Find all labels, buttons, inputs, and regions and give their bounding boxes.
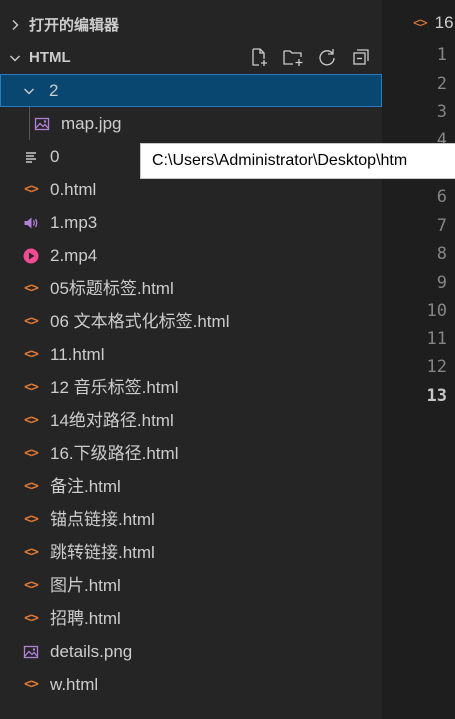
new-folder-icon[interactable] <box>282 46 304 68</box>
tree-item-label: 16.下级路径.html <box>50 444 179 463</box>
editor-tab-bar: <> 16 <box>382 0 455 46</box>
tree-item-label: 05标题标签.html <box>50 279 174 298</box>
chevron-down-icon <box>23 85 35 97</box>
tree-item[interactable]: <> w.html <box>0 668 382 701</box>
line-number: 6 <box>436 187 447 207</box>
audio-file-icon <box>23 215 39 231</box>
tree-item-label: 14绝对路径.html <box>50 411 174 430</box>
line-number: 8 <box>436 244 447 264</box>
tree-item[interactable]: <> 跳转链接.html <box>0 536 382 569</box>
line-number: 12 <box>426 357 447 377</box>
explorer-sidebar: 打开的编辑器 HTML 2 map.jpg 0 <> 0.html 1.mp3 … <box>0 0 382 719</box>
video-file-icon <box>23 248 39 264</box>
tooltip-text: C:\Users\Administrator\Desktop\htm <box>152 152 408 169</box>
image-file-icon <box>34 116 50 132</box>
html-file-icon: <> <box>24 281 39 296</box>
line-number: 3 <box>436 102 447 122</box>
line-number: 7 <box>436 216 447 236</box>
new-file-icon[interactable] <box>248 46 270 68</box>
tree-item-label: 0 <box>50 147 60 166</box>
html-file-icon: <> <box>24 479 39 494</box>
tree-folder-2[interactable]: 2 <box>0 74 382 107</box>
html-file-icon: <> <box>24 545 39 560</box>
chevron-right-icon <box>9 19 21 31</box>
html-file-icon: <> <box>24 578 39 593</box>
tree-item[interactable]: <> 图片.html <box>0 569 382 602</box>
tree-item-label: 12 音乐标签.html <box>50 378 179 397</box>
line-number: 10 <box>426 301 447 321</box>
collapse-all-icon[interactable] <box>350 46 372 68</box>
html-folder-section-header[interactable]: HTML <box>0 41 382 74</box>
tree-item-label: details.png <box>50 642 133 661</box>
tree-item-label: map.jpg <box>61 114 122 133</box>
tree-item-label: 06 文本格式化标签.html <box>50 312 230 331</box>
tree-item[interactable]: <> 16.下级路径.html <box>0 437 382 470</box>
line-number: 11 <box>426 329 447 349</box>
tree-item-label: 11.html <box>50 345 105 364</box>
current-line-number: 13 <box>426 386 447 406</box>
html-file-icon: <> <box>24 413 39 428</box>
tree-item-label: 2 <box>49 81 59 100</box>
html-file-icon: <> <box>24 182 39 197</box>
html-file-icon: <> <box>24 512 39 527</box>
image-file-icon <box>23 644 39 660</box>
tree-item[interactable]: <> 12 音乐标签.html <box>0 371 382 404</box>
html-file-icon: <> <box>24 347 39 362</box>
tree-item[interactable]: <> 05标题标签.html <box>0 272 382 305</box>
html-file-icon: <> <box>24 314 39 329</box>
tree-item[interactable]: <> 06 文本格式化标签.html <box>0 305 382 338</box>
tree-item-label: 2.mp4 <box>50 246 98 265</box>
tree-item-label: 备注.html <box>50 477 121 496</box>
line-number: 2 <box>436 74 447 94</box>
tree-item-label: 0.html <box>50 180 97 199</box>
tree-item[interactable]: 1.mp3 <box>0 206 382 239</box>
tree-item[interactable]: 2.mp4 <box>0 239 382 272</box>
path-tooltip: C:\Users\Administrator\Desktop\htm <box>140 143 455 179</box>
tree-item[interactable]: details.png <box>0 635 382 668</box>
html-file-icon: <> <box>24 677 39 692</box>
tree-item-label: 跳转链接.html <box>50 543 155 562</box>
editor-area: <> 16 1 2 3 4 5 6 7 8 9 10 11 12 13 <box>382 0 455 719</box>
html-file-icon: <> <box>24 380 39 395</box>
open-editors-label: 打开的编辑器 <box>29 17 120 34</box>
text-file-icon <box>23 149 39 165</box>
tree-item-label: 招聘.html <box>50 609 121 628</box>
tree-item[interactable]: <> 11.html <box>0 338 382 371</box>
folder-name-label: HTML <box>29 49 71 66</box>
html-file-icon: <> <box>24 446 39 461</box>
line-number: 9 <box>436 273 447 293</box>
html-file-icon: <> <box>413 15 428 31</box>
editor-tab[interactable]: <> 16 <box>382 0 455 46</box>
tree-item[interactable]: <> 锚点链接.html <box>0 503 382 536</box>
line-number: 1 <box>436 45 447 65</box>
html-file-icon: <> <box>24 611 39 626</box>
tree-item-map-jpg[interactable]: map.jpg <box>0 107 382 140</box>
tree-item-label: 锚点链接.html <box>50 510 155 529</box>
tree-item[interactable]: <> 14绝对路径.html <box>0 404 382 437</box>
open-editors-section-header[interactable]: 打开的编辑器 <box>0 8 382 41</box>
refresh-icon[interactable] <box>316 46 338 68</box>
editor-tab-label: 16 <box>434 13 454 32</box>
tree-item[interactable]: <> 备注.html <box>0 470 382 503</box>
explorer-actions <box>248 46 372 68</box>
tree-item-label: 图片.html <box>50 576 121 595</box>
tree-item-label: 1.mp3 <box>50 213 98 232</box>
tree-item-label: w.html <box>50 675 99 694</box>
chevron-down-icon <box>9 52 21 64</box>
tree-item[interactable]: <> 招聘.html <box>0 602 382 635</box>
